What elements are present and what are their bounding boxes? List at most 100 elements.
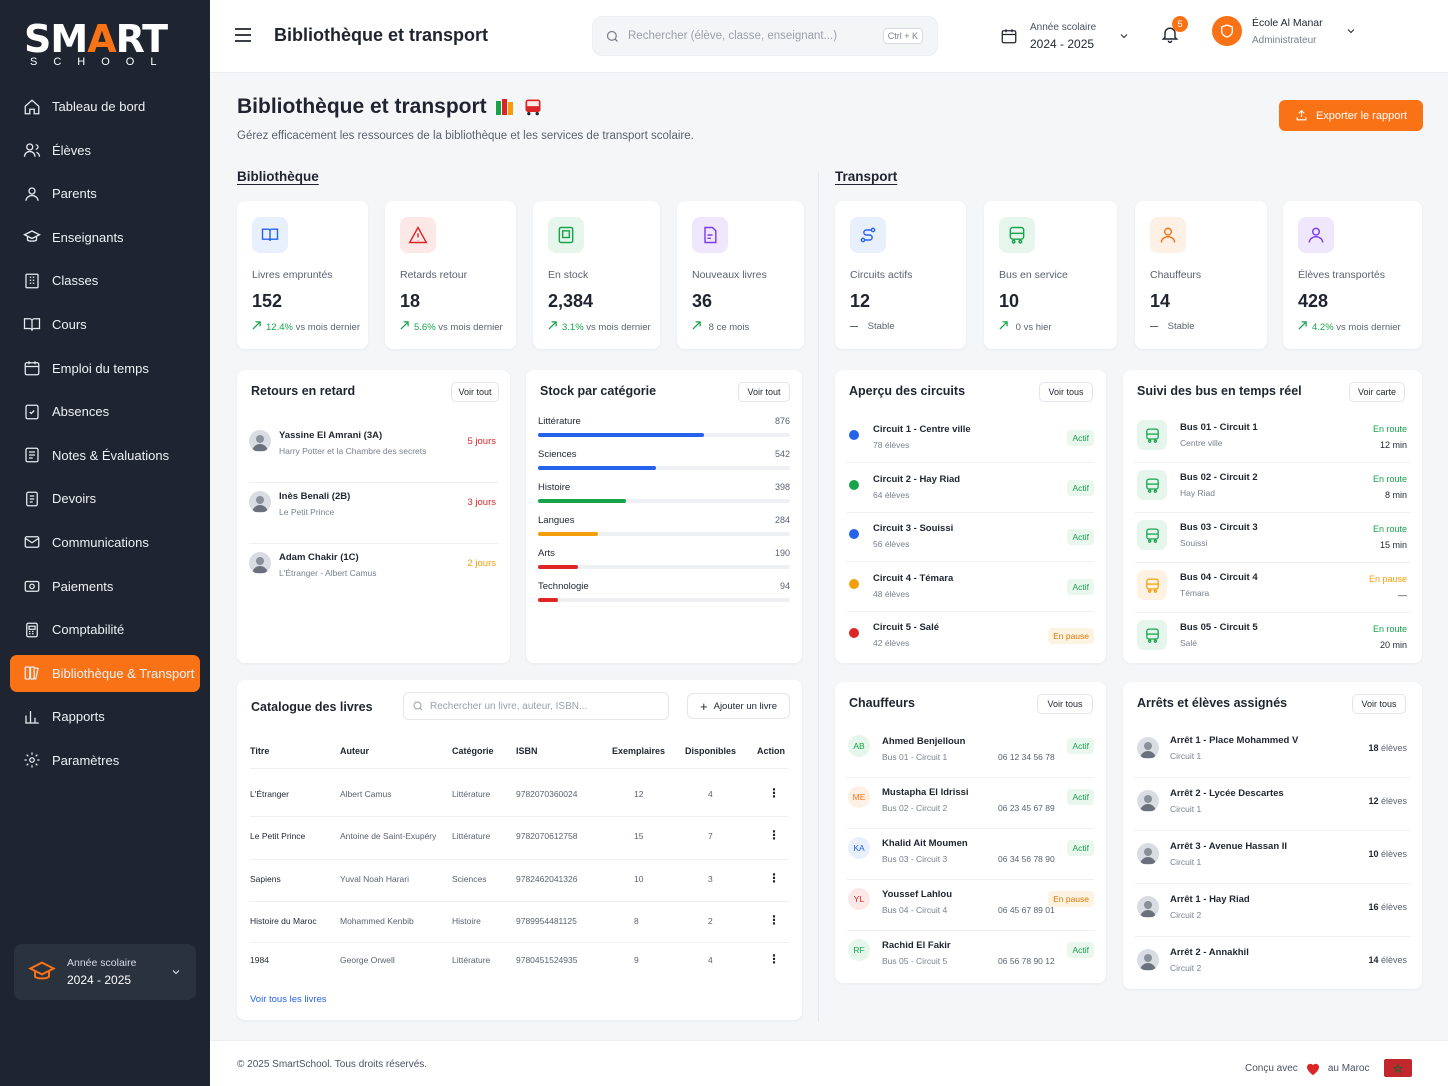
table-row[interactable]: Le Petit Prince Antoine de Saint-Exupéry L…: [237, 828, 802, 845]
column-header[interactable]: Exemplaires: [612, 746, 665, 756]
sidebar-item-home[interactable]: Tableau de bord: [10, 88, 200, 125]
stock-bar-track: [538, 433, 790, 437]
stop-row[interactable]: Arrêt 3 - Avenue Hassan II Circuit 1 10 …: [1135, 832, 1410, 884]
table-row[interactable]: L'Étranger Albert Camus Littérature 9782070…: [237, 786, 802, 803]
bus-row[interactable]: Bus 04 - Circuit 4 Témara En pause —: [1135, 564, 1410, 613]
driver-row[interactable]: ME Mustapha El Idrissi Bus 02 - Circuit …: [847, 779, 1094, 829]
trend-up-icon: [252, 321, 261, 330]
sidebar-item-absence[interactable]: Absences: [10, 393, 200, 430]
table-cell: 9: [634, 955, 639, 965]
school-profile[interactable]: École Al Manar Administrateur: [1212, 16, 1357, 46]
sidebar-item-user-group[interactable]: Parents: [10, 175, 200, 212]
sidebar-item-graduation[interactable]: Enseignants: [10, 219, 200, 256]
sidebar-item-book-open[interactable]: Cours: [10, 306, 200, 343]
table-row[interactable]: Sapiens Yuval Noah Harari Sciences 97824620…: [237, 871, 802, 888]
bus-map-button[interactable]: Voir carte: [1349, 382, 1405, 402]
more-actions-icon[interactable]: ⋮: [768, 786, 780, 800]
driver-icon: [1150, 217, 1186, 253]
drivers-card: Chauffeurs Voir tous AB Ahmed Benjelloun…: [835, 682, 1106, 983]
table-cell: 8: [634, 916, 639, 926]
sidebar-item-calendar[interactable]: Emploi du temps: [10, 350, 200, 387]
driver-row[interactable]: YL Youssef Lahlou Bus 04 - Circuit 4 06 …: [847, 881, 1094, 931]
status-badge: En pause: [1048, 628, 1094, 644]
stop-row[interactable]: Arrêt 1 - Hay Riad Circuit 2 16 élèves: [1135, 885, 1410, 937]
bus-status: En route: [1372, 624, 1407, 634]
late-see-all-button[interactable]: Voir tout: [451, 382, 499, 402]
sidebar-item-notes[interactable]: Notes & Évaluations: [10, 437, 200, 474]
driver-phone: 06 12 34 56 78: [998, 752, 1055, 762]
stock-bar-track: [538, 565, 790, 569]
column-header[interactable]: Titre: [250, 746, 269, 756]
bus-tracking-card: Suivi des bus en temps réel Voir carte B…: [1123, 370, 1422, 663]
book-open-icon: [22, 314, 42, 334]
stock-bar-track: [538, 532, 790, 536]
stat-card: Retards retour 18 5.6% vs mois dernier: [385, 201, 516, 349]
circuit-row[interactable]: Circuit 1 - Centre ville 78 élèves Actif: [847, 414, 1094, 463]
bus-row[interactable]: Bus 01 - Circuit 1 Centre ville En route…: [1135, 414, 1410, 463]
chevron-down-icon: [172, 970, 180, 975]
circuit-row[interactable]: Circuit 2 - Hay Riad 64 élèves Actif: [847, 464, 1094, 513]
year-selector[interactable]: Année scolaire 2024 - 2025: [1000, 16, 1130, 56]
table-cell: 12: [634, 789, 644, 799]
more-actions-icon[interactable]: ⋮: [768, 871, 780, 885]
page-title: Bibliothèque et transport: [237, 95, 543, 119]
see-all-books-link[interactable]: Voir tous les livres: [250, 994, 327, 1005]
more-actions-icon[interactable]: ⋮: [768, 828, 780, 842]
more-actions-icon[interactable]: ⋮: [768, 913, 780, 927]
driver-row[interactable]: AB Ahmed Benjelloun Bus 01 - Circuit 1 0…: [847, 728, 1094, 778]
circuit-row[interactable]: Circuit 3 - Souissi 56 élèves Actif: [847, 513, 1094, 562]
circuit-row[interactable]: Circuit 4 - Témara 48 élèves Actif: [847, 563, 1094, 612]
stock-see-all-button[interactable]: Voir tout: [738, 382, 790, 402]
export-report-button[interactable]: Exporter le rapport: [1279, 100, 1423, 131]
circuit-row[interactable]: Circuit 5 - Salé 42 élèves En pause: [847, 612, 1094, 661]
avatar: YL: [848, 888, 870, 910]
bus-row[interactable]: Bus 05 - Circuit 5 Salé En route 20 min: [1135, 614, 1410, 663]
more-actions-icon[interactable]: ⋮: [768, 952, 780, 966]
sidebar-item-accounting[interactable]: Comptabilité: [10, 611, 200, 648]
stock-category-row: Histoire 398: [538, 480, 790, 510]
catalog-card: Catalogue des livres Rechercher un livre…: [237, 680, 802, 1020]
column-header[interactable]: ISBN: [516, 746, 538, 756]
column-header[interactable]: Disponibles: [685, 746, 736, 756]
stops-see-all-button[interactable]: Voir tous: [1352, 694, 1406, 714]
drivers-see-all-button[interactable]: Voir tous: [1037, 694, 1093, 714]
circuits-see-all-button[interactable]: Voir tous: [1039, 382, 1093, 402]
column-header[interactable]: Action: [757, 746, 785, 756]
delay-value: 3 jours: [467, 497, 496, 508]
sidebar-item-payment[interactable]: Paiements: [10, 568, 200, 605]
late-return-row[interactable]: Inès Benali (2B) Le Petit Prince 3 jours: [249, 483, 498, 544]
delay-value: 5 jours: [467, 436, 496, 447]
driver-row[interactable]: KA Khalid Ait Moumen Bus 03 - Circuit 3 …: [847, 830, 1094, 880]
bus-row[interactable]: Bus 03 - Circuit 3 Souissi En route 15 m…: [1135, 514, 1410, 563]
column-header[interactable]: Auteur: [340, 746, 369, 756]
sidebar-item-homework[interactable]: Devoirs: [10, 480, 200, 517]
global-search[interactable]: Rechercher (élève, classe, enseignant...…: [592, 16, 938, 56]
table-row[interactable]: Histoire du Maroc Mohammed Kenbib Histoire…: [237, 913, 802, 930]
year-selector-sidebar[interactable]: Année scolaire 2024 - 2025: [14, 944, 196, 1000]
add-book-button[interactable]: + Ajouter un livre: [687, 693, 790, 719]
sidebar-item-mail[interactable]: Communications: [10, 524, 200, 561]
sidebar-item-gear[interactable]: Paramètres: [10, 742, 200, 779]
sidebar-item-users[interactable]: Élèves: [10, 132, 200, 169]
logo[interactable]: SMART SCHOOL: [24, 20, 174, 70]
driver-row[interactable]: RF Rachid El Fakir Bus 05 - Circuit 5 06…: [847, 932, 1094, 982]
stop-row[interactable]: Arrêt 2 - Annakhil Circuit 2 14 élèves: [1135, 938, 1410, 990]
bus-icon: [999, 217, 1035, 253]
menu-icon[interactable]: [234, 27, 252, 43]
sidebar-item-building[interactable]: Classes: [10, 262, 200, 299]
table-row[interactable]: 1984 George Orwell Littérature 978045152493…: [237, 952, 802, 969]
column-header[interactable]: Catégorie: [452, 746, 494, 756]
table-cell: Littérature: [452, 831, 491, 841]
stat-card: Élèves transportés 428 4.2% vs mois dern…: [1283, 201, 1422, 349]
stop-row[interactable]: Arrêt 1 - Place Mohammed V Circuit 1 18 …: [1135, 726, 1410, 778]
stop-row[interactable]: Arrêt 2 - Lycée Descartes Circuit 1 12 é…: [1135, 779, 1410, 831]
bus-row[interactable]: Bus 02 - Circuit 2 Hay Riad En route 8 m…: [1135, 464, 1410, 513]
catalog-search[interactable]: Rechercher un livre, auteur, ISBN...: [403, 692, 669, 720]
late-return-row[interactable]: Adam Chakir (1C) L'Étranger - Albert Cam…: [249, 544, 498, 605]
sidebar-item-chart[interactable]: Rapports: [10, 698, 200, 735]
status-badge: Actif: [1067, 942, 1094, 958]
late-return-row[interactable]: Yassine El Amrani (3A) Harry Potter et l…: [249, 422, 498, 483]
status-dot: [849, 430, 859, 440]
sidebar-item-library[interactable]: Bibliothèque & Transport: [10, 654, 200, 692]
trend-flat-icon: [850, 325, 858, 328]
